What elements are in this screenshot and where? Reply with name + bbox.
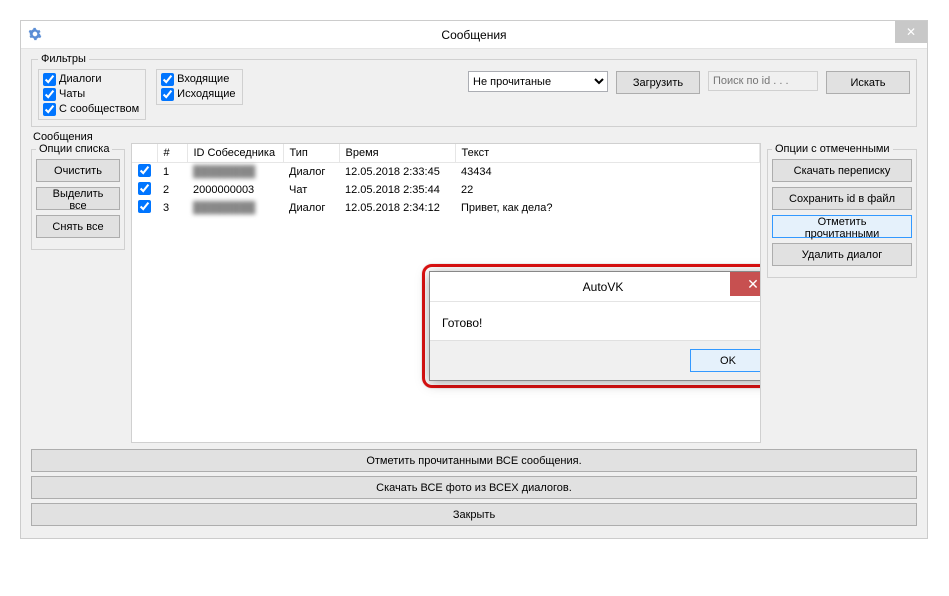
dialog-close-button[interactable]: ✕ [730, 272, 761, 296]
messages-legend: Сообщения [33, 131, 917, 143]
load-button[interactable]: Загрузить [616, 71, 700, 94]
row-type: Диалог [283, 162, 339, 181]
download-chat-button[interactable]: Скачать переписку [772, 159, 912, 182]
filter-group-types: Диалоги Чаты С сообществом [38, 69, 146, 120]
row-id: ████████ [187, 162, 283, 181]
row-text: Привет, как дела? [455, 199, 760, 217]
clear-button[interactable]: Очистить [36, 159, 120, 182]
row-num: 1 [157, 162, 187, 181]
col-id[interactable]: ID Собеседника [187, 144, 283, 162]
col-type[interactable]: Тип [283, 144, 339, 162]
window-close-button[interactable]: ✕ [895, 21, 927, 43]
close-window-button[interactable]: Закрыть [31, 503, 917, 526]
dialog-titlebar: AutoVK ✕ [430, 272, 761, 302]
row-checkbox[interactable] [138, 182, 151, 195]
gear-icon [28, 27, 42, 41]
list-options-legend: Опции списка [36, 143, 112, 155]
search-input[interactable] [711, 74, 815, 88]
row-id: ████████ [187, 199, 283, 217]
window-title: Сообщения [441, 28, 506, 42]
col-time[interactable]: Время [339, 144, 455, 162]
row-num: 3 [157, 199, 187, 217]
content: Фильтры Диалоги Чаты С сообществом Входя… [21, 49, 927, 538]
deselect-all-button[interactable]: Снять все [36, 215, 120, 238]
filter-outgoing[interactable]: Исходящие [161, 87, 235, 102]
row-checkbox[interactable] [138, 164, 151, 177]
mark-read-button[interactable]: Отметить прочитанными [772, 215, 912, 238]
download-all-photos-button[interactable]: Скачать ВСЕ фото из ВСЕХ диалогов. [31, 476, 917, 499]
row-time: 12.05.2018 2:34:12 [339, 199, 455, 217]
dialog-ok-button[interactable]: OK [690, 349, 761, 372]
table-row[interactable]: 22000000003Чат12.05.2018 2:35:4422 [132, 181, 760, 199]
dialog-message: Готово! [430, 302, 761, 340]
list-options-fieldset: Опции списка Очистить Выделить все Снять… [31, 143, 125, 250]
messages-table-container: # ID Собеседника Тип Время Текст 1██████… [131, 143, 761, 443]
read-status-combo[interactable]: Не прочитаные [468, 71, 608, 92]
row-type: Диалог [283, 199, 339, 217]
search-button[interactable]: Искать [826, 71, 910, 94]
marked-options-legend: Опции с отмеченными [772, 143, 893, 155]
close-icon: ✕ [906, 25, 916, 39]
row-type: Чат [283, 181, 339, 199]
select-all-button[interactable]: Выделить все [36, 187, 120, 210]
dialog-footer: OK [430, 340, 761, 380]
dialog-title: AutoVK [583, 280, 624, 294]
main-window: Сообщения ✕ Фильтры Диалоги Чаты С сообщ… [20, 20, 928, 539]
titlebar: Сообщения ✕ [21, 21, 927, 49]
row-checkbox[interactable] [138, 200, 151, 213]
save-id-button[interactable]: Сохранить id в файл [772, 187, 912, 210]
dialog-highlight: AutoVK ✕ Готово! OK [422, 264, 761, 388]
col-checkbox[interactable] [132, 144, 157, 162]
col-text[interactable]: Текст [455, 144, 760, 162]
mark-all-read-button[interactable]: Отметить прочитанными ВСЕ сообщения. [31, 449, 917, 472]
message-dialog: AutoVK ✕ Готово! OK [429, 271, 761, 381]
filter-group-direction: Входящие Исходящие [156, 69, 242, 105]
delete-dialog-button[interactable]: Удалить диалог [772, 243, 912, 266]
filters-legend: Фильтры [38, 53, 89, 65]
row-num: 2 [157, 181, 187, 199]
row-time: 12.05.2018 2:33:45 [339, 162, 455, 181]
row-text: 22 [455, 181, 760, 199]
filter-incoming[interactable]: Входящие [161, 72, 235, 87]
row-time: 12.05.2018 2:35:44 [339, 181, 455, 199]
filter-community[interactable]: С сообществом [43, 102, 139, 117]
close-icon: ✕ [747, 276, 759, 293]
row-text: 43434 [455, 162, 760, 181]
marked-options-fieldset: Опции с отмеченными Скачать переписку Со… [767, 143, 917, 278]
messages-table: # ID Собеседника Тип Время Текст 1██████… [132, 144, 760, 217]
table-row[interactable]: 3████████Диалог12.05.2018 2:34:12Привет,… [132, 199, 760, 217]
filters-fieldset: Фильтры Диалоги Чаты С сообществом Входя… [31, 53, 917, 127]
filter-dialogs[interactable]: Диалоги [43, 72, 139, 87]
search-box [708, 71, 818, 91]
app-icon [27, 26, 43, 42]
table-row[interactable]: 1████████Диалог12.05.2018 2:33:4543434 [132, 162, 760, 181]
col-num[interactable]: # [157, 144, 187, 162]
row-id: 2000000003 [187, 181, 283, 199]
filter-chats[interactable]: Чаты [43, 87, 139, 102]
